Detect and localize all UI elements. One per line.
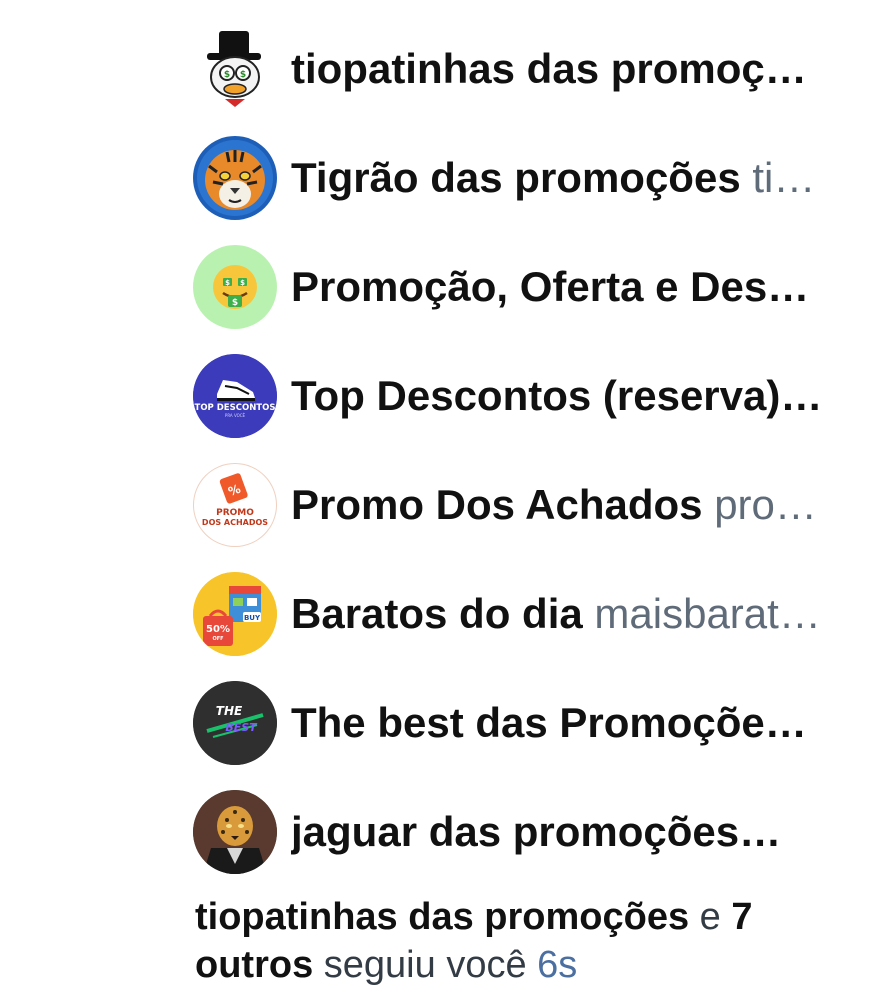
follower-name[interactable]: Promo Dos Achados [291, 481, 703, 528]
list-item[interactable]: $ $ $ Promoção, Oferta e Des… [193, 232, 853, 341]
discount-text: 50% [206, 624, 230, 635]
followers-list: $ $ tiopatinhas das promoç… Tigrão das p… [193, 14, 853, 886]
notification-action: seguiu você [323, 944, 527, 986]
jaguar-avatar[interactable] [193, 789, 277, 874]
shopping-store-avatar[interactable]: BUY 50% OFF [193, 571, 277, 656]
buy-tag-text: BUY [244, 614, 261, 622]
promo-logo-text: PROMO [216, 508, 254, 518]
top-descontos-logo-text: TOP DESCONTOS [195, 403, 276, 413]
scrooge-duck-avatar[interactable]: $ $ [193, 26, 277, 111]
notification-time: 6s [537, 944, 578, 986]
the-best-logo-text: THE [216, 704, 243, 718]
svg-text:$: $ [225, 279, 230, 287]
top-descontos-logo-subtext: PRA VOCÊ [225, 413, 246, 418]
follower-handle: maisbarat… [594, 589, 821, 637]
svg-text:$: $ [240, 70, 246, 80]
tiger-avatar[interactable] [193, 135, 277, 220]
svg-text:$: $ [232, 298, 238, 308]
follower-handle: pro… [714, 480, 817, 528]
discount-subtext: OFF [212, 636, 223, 642]
follow-notification-text[interactable]: tiopatinhas das promoções e 7 outros seg… [195, 893, 845, 989]
list-item[interactable]: TOP DESCONTOS PRA VOCÊ Top Descontos (re… [193, 341, 853, 450]
promo-dos-achados-logo[interactable]: % PROMO DOS ACHADOS [193, 462, 277, 547]
follower-name[interactable]: Promoção, Oferta e Des… [291, 263, 809, 310]
follower-name[interactable]: Top Descontos (reserva)… [291, 372, 822, 419]
list-item[interactable]: $ $ tiopatinhas das promoç… [193, 14, 853, 123]
list-item[interactable]: % PROMO DOS ACHADOS Promo Dos Achados pr… [193, 450, 853, 559]
notification-connector: e [699, 896, 721, 938]
the-best-logo-subtext: BEST [225, 721, 258, 734]
svg-text:$: $ [224, 70, 230, 80]
top-descontos-sneaker-logo[interactable]: TOP DESCONTOS PRA VOCÊ [193, 353, 277, 438]
promo-logo-subtext: DOS ACHADOS [202, 518, 268, 527]
list-item[interactable]: THE BEST The best das Promoçõe… [193, 668, 853, 777]
follower-name[interactable]: The best das Promoçõe… [291, 699, 807, 746]
list-item[interactable]: Tigrão das promoções ti… [193, 123, 853, 232]
follower-handle: ti… [752, 153, 816, 201]
list-item[interactable]: jaguar das promoções… [193, 777, 853, 886]
list-item[interactable]: BUY 50% OFF Baratos do dia maisbarat… [193, 559, 853, 668]
the-best-logo[interactable]: THE BEST [193, 680, 277, 765]
money-mouth-face-avatar[interactable]: $ $ $ [193, 244, 277, 329]
svg-text:$: $ [240, 279, 245, 287]
follower-name[interactable]: tiopatinhas das promoç… [291, 45, 807, 92]
follower-name[interactable]: jaguar das promoções… [291, 808, 781, 855]
follower-name[interactable]: Tigrão das promoções [291, 154, 741, 201]
notification-first-user[interactable]: tiopatinhas das promoções [195, 896, 689, 938]
follower-name[interactable]: Baratos do dia [291, 590, 583, 637]
